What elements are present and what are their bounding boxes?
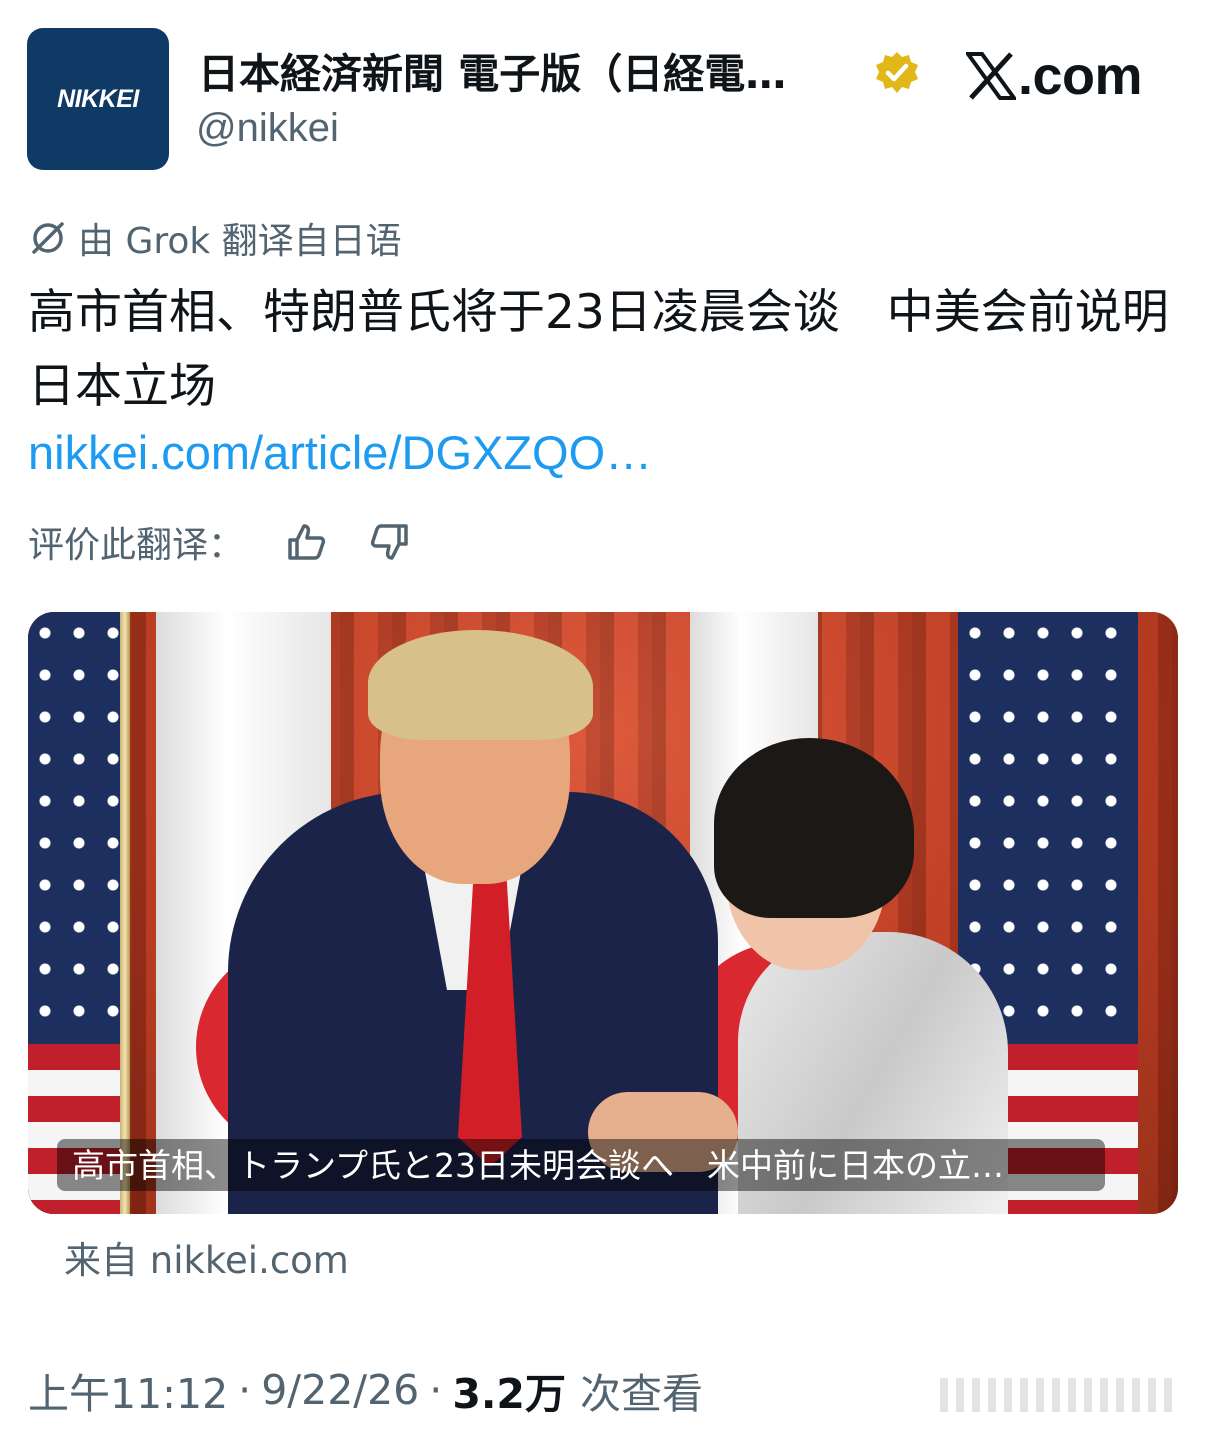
card-caption: 高市首相、トランプ氏と23日未明会談へ 米中前に日本の立…: [72, 1146, 1005, 1185]
rate-translation-row: 评价此翻译：: [28, 516, 412, 568]
translation-note: 由 Grok 翻译自日语: [28, 212, 402, 264]
account-display-name[interactable]: 日本経済新聞 電子版（日経電…: [198, 40, 786, 100]
meta-separator: ·: [238, 1366, 252, 1414]
thumbs-up-icon: [288, 524, 326, 560]
x-logo-domain: .com: [1018, 46, 1143, 106]
rate-translation-label: 评价此翻译：: [28, 525, 245, 566]
thumbs-up-button[interactable]: [284, 520, 328, 564]
verified-badge-icon: [876, 52, 918, 93]
x-brand-logo: .com: [966, 46, 1143, 106]
avatar-logo-text: NIKKEI: [57, 84, 139, 113]
tweet-meta: 上午11:12 · 9/22/26 · 3.2万 次查看: [28, 1360, 703, 1420]
flag-pole: [120, 612, 130, 1214]
link-card-image[interactable]: 高市首相、トランプ氏と23日未明会談へ 米中前に日本の立…: [28, 612, 1178, 1214]
tweet-time[interactable]: 上午11:12: [28, 1360, 228, 1420]
views-count: 3.2万: [452, 1370, 566, 1418]
tweet-text: 高市首相、特朗普氏将于23日凌晨会谈 中美会前说明日本立场: [28, 285, 1169, 414]
meta-separator: ·: [429, 1366, 443, 1414]
no-translate-icon: [32, 222, 64, 254]
us-flag-left: [28, 612, 128, 1214]
x-logo-icon: [966, 52, 1016, 100]
translation-note-text: 由 Grok 翻译自日语: [78, 221, 402, 262]
tweet-link[interactable]: nikkei.com/article/DGXZQO…: [28, 425, 652, 480]
thumbs-down-icon: [370, 524, 408, 560]
tweet-date[interactable]: 9/22/26: [261, 1366, 419, 1414]
account-avatar[interactable]: NIKKEI: [27, 28, 169, 170]
man-hair: [368, 630, 593, 740]
watermark: [940, 1378, 1180, 1412]
account-handle[interactable]: @nikkei: [196, 106, 339, 151]
thumbs-down-button[interactable]: [368, 520, 412, 564]
card-source[interactable]: 来自 nikkei.com: [64, 1230, 349, 1284]
views-label: 次查看: [579, 1370, 703, 1418]
